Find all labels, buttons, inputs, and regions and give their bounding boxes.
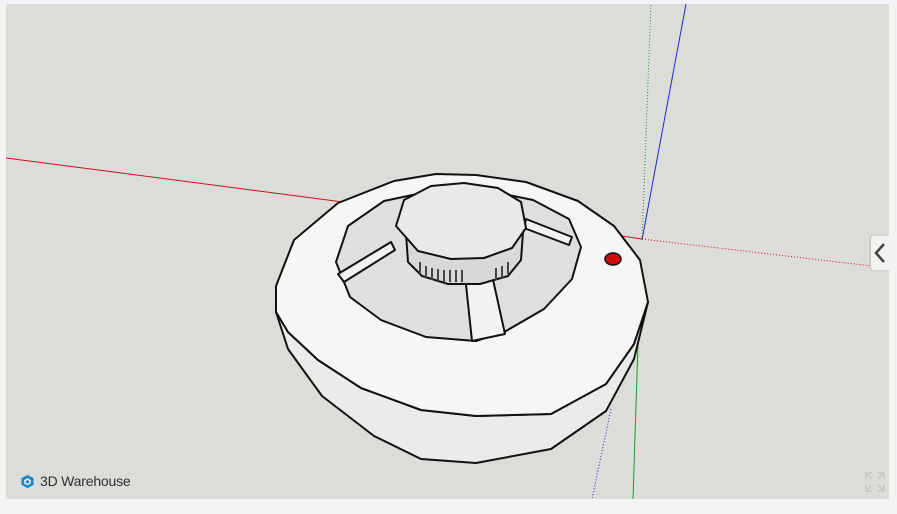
chevron-left-icon — [874, 243, 885, 263]
z-axis-line — [641, 4, 687, 241]
z-axis-dotted-line — [591, 408, 612, 499]
x-axis-dotted-line — [641, 238, 889, 269]
expand-icon[interactable] — [864, 471, 886, 493]
x-axis-line-back — [621, 235, 643, 240]
y-axis-dotted-line — [641, 4, 652, 241]
x-axis-line — [6, 157, 344, 203]
smoke-detector-model — [275, 173, 649, 464]
y-axis-line — [632, 343, 639, 499]
3d-warehouse-logo-icon — [21, 474, 34, 488]
logo-text: 3D Warehouse — [40, 473, 131, 489]
model-viewer[interactable]: 3D Warehouse — [6, 4, 889, 499]
3d-scene[interactable] — [6, 4, 889, 499]
3d-warehouse-logo[interactable]: 3D Warehouse — [20, 473, 131, 489]
indicator-led — [604, 252, 622, 266]
side-panel-toggle-button[interactable] — [871, 236, 889, 270]
